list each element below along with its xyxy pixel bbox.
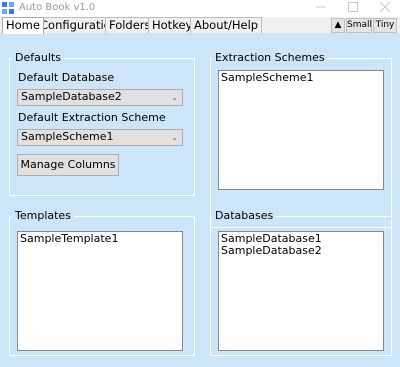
window-title: Auto Book v1.0 — [19, 2, 96, 13]
list-item[interactable]: SampleTemplate1 — [20, 233, 180, 245]
tiny-view-button[interactable]: Tiny — [373, 18, 397, 33]
chevron-down-icon: ⌄ — [171, 93, 178, 102]
collapse-up-button[interactable]: ▲ — [331, 18, 345, 33]
default-database-value: SampleDatabase2 — [21, 90, 122, 103]
templates-title: Templates — [12, 210, 74, 222]
list-item[interactable]: SampleDatabase2 — [221, 245, 381, 257]
close-icon — [379, 1, 391, 13]
databases-title: Databases — [212, 210, 277, 222]
defaults-group-title: Defaults — [12, 52, 64, 64]
manage-columns-button[interactable]: Manage Columns — [17, 154, 119, 176]
small-view-button[interactable]: Small — [346, 18, 372, 33]
minimize-button[interactable] — [306, 0, 336, 17]
maximize-button[interactable] — [338, 0, 368, 17]
list-item[interactable]: SampleScheme1 — [221, 72, 381, 84]
tab-home[interactable]: Home — [2, 17, 44, 34]
app-icon — [2, 2, 14, 14]
extraction-schemes-list[interactable]: SampleScheme1 — [218, 70, 384, 190]
default-scheme-value: SampleScheme1 — [21, 130, 114, 143]
extraction-schemes-title: Extraction Schemes — [212, 52, 328, 64]
maximize-icon — [348, 2, 358, 12]
title-bar: Auto Book v1.0 — [0, 0, 400, 17]
default-database-label: Default Database — [18, 71, 115, 84]
default-scheme-select[interactable]: SampleScheme1 ⌄ — [17, 129, 183, 146]
minimize-icon — [316, 6, 326, 8]
default-database-select[interactable]: SampleDatabase2 ⌄ — [17, 89, 183, 106]
close-button[interactable] — [370, 0, 400, 17]
triangle-up-icon: ▲ — [334, 20, 342, 30]
default-scheme-label: Default Extraction Scheme — [18, 111, 166, 124]
chevron-down-icon: ⌄ — [171, 133, 178, 142]
home-tab-panel: Defaults Default Database SampleDatabase… — [2, 34, 398, 365]
tab-strip: Home Configuration Folders Hotkeys About… — [0, 17, 400, 34]
templates-list[interactable]: SampleTemplate1 — [17, 231, 183, 351]
tab-about-help[interactable]: About/Help — [190, 17, 263, 33]
databases-list[interactable]: SampleDatabase1 SampleDatabase2 — [218, 231, 384, 351]
